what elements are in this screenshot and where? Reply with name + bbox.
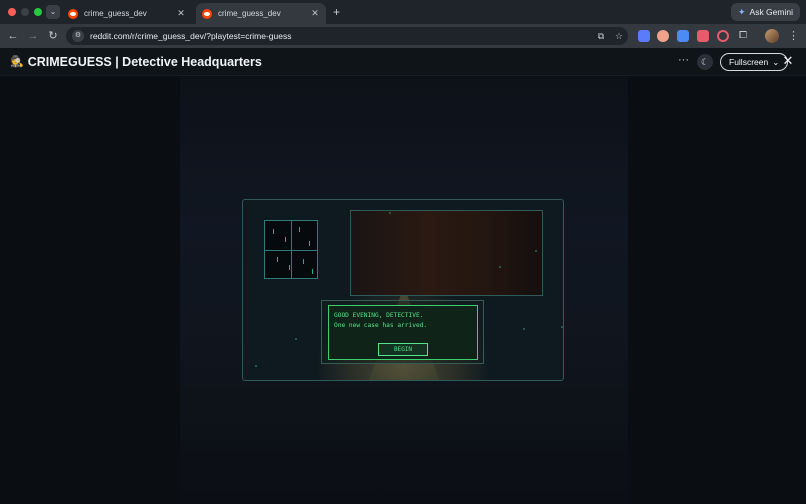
window-minimize-button[interactable] <box>21 8 29 16</box>
rain-drop <box>289 265 290 270</box>
rainy-window <box>264 220 318 279</box>
fullscreen-label: Fullscreen <box>729 57 769 67</box>
browser-tab-2[interactable]: crime_guess_dev ✕ <box>196 3 326 24</box>
ask-gemini-button[interactable]: ✦ Ask Gemini <box>730 3 800 21</box>
gemini-sparkle-icon: ✦ <box>737 6 746 17</box>
dust-particle <box>561 326 563 328</box>
install-app-icon[interactable]: ⧉ <box>592 31 610 42</box>
close-app-icon[interactable]: ✕ <box>780 52 796 70</box>
reddit-favicon-icon <box>68 8 78 19</box>
case-board <box>350 210 543 296</box>
window-maximize-button[interactable] <box>34 8 42 16</box>
browser-menu-icon[interactable]: ⋮ <box>788 28 799 44</box>
window-close-button[interactable] <box>8 8 16 16</box>
dust-particle <box>255 365 257 367</box>
dialog-message: GOOD EVENING, DETECTIVE. One new case ha… <box>334 311 427 331</box>
browser-tab-1[interactable]: crime_guess_dev ✕ <box>62 3 192 24</box>
dialog-line-2: One new case has arrived. <box>334 322 428 329</box>
dust-particle <box>295 338 297 340</box>
fullscreen-button[interactable]: Fullscreen ⌄ <box>720 53 789 71</box>
new-tab-button[interactable]: + <box>333 5 340 19</box>
tab-close-icon[interactable]: ✕ <box>310 8 320 19</box>
rain-drop <box>312 269 313 274</box>
reload-icon[interactable]: ↻ <box>45 28 61 44</box>
dialog-line-1: GOOD EVENING, DETECTIVE. <box>334 312 424 319</box>
app-header: 🕵 CRIMEGUESS | Detective Headquarters ··… <box>0 48 806 76</box>
browser-toolbar: ← → ↻ ⚙ reddit.com/r/crime_guess_dev/?pl… <box>0 24 806 48</box>
extension-icon[interactable] <box>677 30 689 42</box>
rain-drop <box>273 229 274 234</box>
extension-icon[interactable] <box>638 30 650 42</box>
extension-icon[interactable] <box>697 30 709 42</box>
tab-close-icon[interactable]: ✕ <box>176 8 186 19</box>
rain-drop <box>299 227 300 232</box>
dust-particle <box>389 212 391 214</box>
more-options-icon[interactable]: ··· <box>678 54 689 66</box>
forward-arrow-icon[interactable]: → <box>25 28 41 44</box>
ask-gemini-label: Ask Gemini <box>749 7 793 17</box>
extension-icon[interactable] <box>717 30 729 42</box>
dust-particle <box>523 328 525 330</box>
tab-title: crime_guess_dev <box>218 9 281 18</box>
bookmark-star-icon[interactable]: ☆ <box>610 31 628 42</box>
dust-particle <box>499 266 501 268</box>
reddit-favicon-icon <box>202 8 212 19</box>
tab-title: crime_guess_dev <box>84 9 147 18</box>
chevron-down-icon: ⌄ <box>772 56 780 67</box>
app-title: CRIMEGUESS | Detective Headquarters <box>27 54 262 69</box>
extension-icon[interactable] <box>657 30 669 42</box>
begin-button[interactable]: BEGIN <box>378 343 428 356</box>
rain-drop <box>303 259 304 264</box>
dust-particle <box>535 250 537 252</box>
theme-toggle-icon[interactable]: ☾ <box>697 54 713 70</box>
back-arrow-icon[interactable]: ← <box>5 28 21 44</box>
browser-tab-strip: ⌄ crime_guess_dev ✕ crime_guess_dev ✕ + … <box>0 0 806 24</box>
rain-drop <box>285 237 286 242</box>
url-text[interactable]: reddit.com/r/crime_guess_dev/?playtest=c… <box>90 31 592 41</box>
rain-drop <box>309 241 310 246</box>
tab-search-chevron-icon[interactable]: ⌄ <box>46 5 60 19</box>
site-settings-icon[interactable]: ⚙ <box>72 30 84 42</box>
address-bar[interactable]: ⚙ reddit.com/r/crime_guess_dev/?playtest… <box>66 27 628 45</box>
extensions-puzzle-icon[interactable]: ⧠ <box>737 30 749 42</box>
rain-drop <box>277 257 278 262</box>
detective-icon: 🕵 <box>10 56 24 68</box>
profile-avatar[interactable] <box>765 29 779 43</box>
